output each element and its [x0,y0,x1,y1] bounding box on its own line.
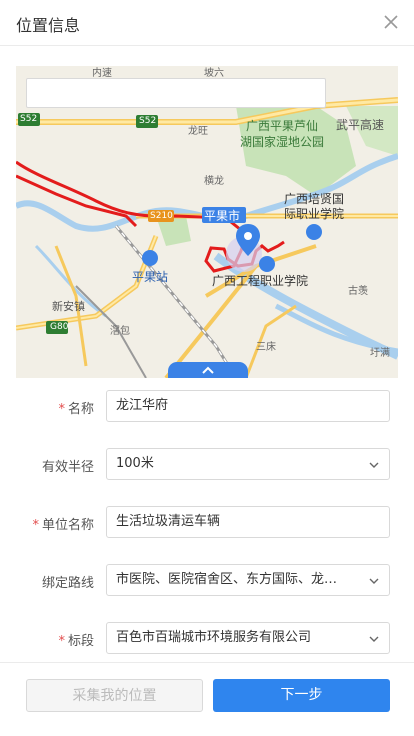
route-row: 绑定路线 市医院、医院宿舍区、东方国际、龙… [0,564,414,598]
map-label-guxian: 古羡 [348,286,368,297]
map-label-wetland: 广西平果芦仙 湖国家湿地公园 [240,119,325,149]
section-row: * 标段 百色市百瑞城市环境服务有限公司 [0,622,414,656]
section-label: * 标段 [58,634,94,649]
radius-label: 有效半径 [41,460,94,475]
map-collapse-button[interactable] [168,362,248,378]
map-view[interactable]: 内速 坡六 S52 S52 武平高速 龙旺 广西平果芦仙 湖国家湿地公园 横龙 … [16,66,398,378]
map-label-longwang: 龙旺 [188,126,208,137]
map-label-s52-a: S52 [20,114,38,124]
next-step-button[interactable]: 下一步 [213,679,390,712]
chevron-down-icon [369,578,379,584]
map-label-wuping: 武平高速 [336,118,385,132]
map-label-s52-b: S52 [139,116,157,126]
map-label-gongcheng: 广西工程职业学院 [212,274,309,288]
map-label-henglong: 横龙 [204,176,224,187]
unit-label: * 单位名称 [32,518,94,533]
chevron-down-icon [369,462,379,468]
collect-location-button[interactable]: 采集我的位置 [26,679,203,712]
map-label-wenbao: 滘包 [110,326,130,337]
chevron-down-icon [369,636,379,642]
map-label-yongman: 圩满 [370,348,390,359]
map-label-pingguo-city: 平果市 [204,209,241,223]
dialog-title: 位置信息 [16,16,81,35]
route-select[interactable]: 市医院、医院宿舍区、东方国际、龙… [106,564,390,596]
radius-row: 有效半径 100米 [0,448,414,482]
map-label-peixian: 广西培贤国 际职业学院 [284,192,345,221]
map-label-sanchuang: 三床 [256,342,276,353]
map-search-input[interactable] [26,78,326,108]
map-label-xinan: 新安镇 [52,300,85,313]
name-row: * 名称 龙江华府 [0,390,414,424]
map-label-g80: G80 [50,322,69,332]
chevron-up-icon [202,366,214,374]
radius-select[interactable]: 100米 [106,448,390,480]
dialog-footer: 采集我的位置 下一步 [0,662,414,736]
unit-row: * 单位名称 生活垃圾清运车辆 [0,506,414,540]
name-input[interactable]: 龙江华府 [106,390,390,422]
name-label: * 名称 [58,402,94,417]
dialog-header: 位置信息 [0,0,414,46]
unit-input[interactable]: 生活垃圾清运车辆 [106,506,390,538]
map-label-pingguo-station: 平果站 [132,270,169,284]
close-icon[interactable] [382,13,400,31]
route-label: 绑定路线 [41,576,94,591]
map-label-s210: S210 [150,211,173,221]
section-select[interactable]: 百色市百瑞城市环境服务有限公司 [106,622,390,654]
